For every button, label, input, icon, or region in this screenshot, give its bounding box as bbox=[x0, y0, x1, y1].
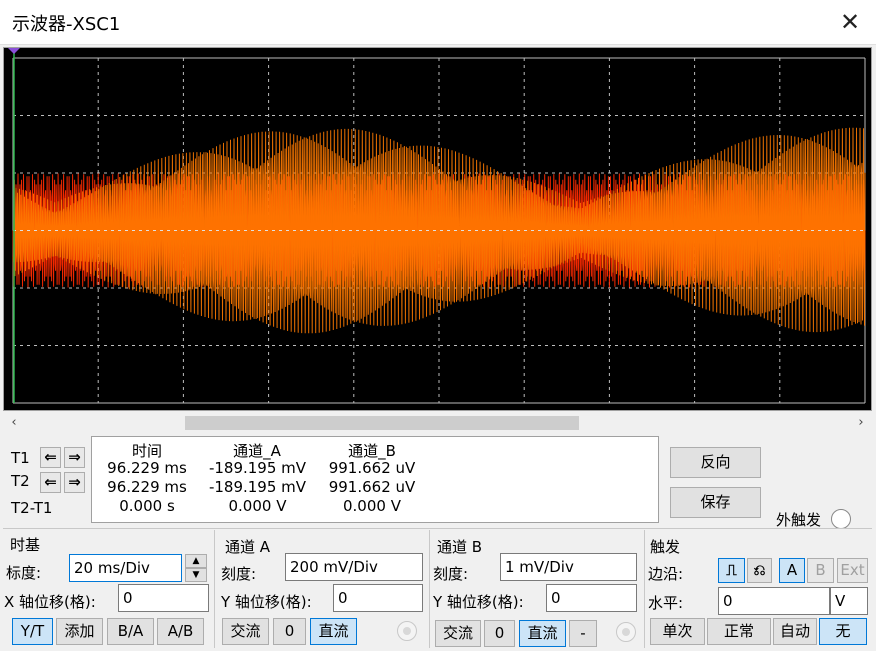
readout-header-time: 时间 bbox=[131, 442, 162, 460]
trigger-level-label: 水平: bbox=[648, 594, 684, 612]
trigger-normal-button[interactable]: 正常 bbox=[707, 618, 771, 645]
channel-b-dc-button[interactable]: 直流 bbox=[519, 620, 566, 647]
divider bbox=[3, 528, 872, 529]
cursor-controls: T1 ⇐ ⇒ T2 ⇐ ⇒ T2-T1 bbox=[3, 435, 89, 523]
t1-right-arrow-icon[interactable]: ⇒ bbox=[64, 447, 85, 468]
mode-yt-button[interactable]: Y/T bbox=[12, 618, 53, 645]
channel-a-scale-field[interactable]: 200 mV/Div bbox=[285, 553, 423, 581]
mode-add-button[interactable]: 添加 bbox=[56, 618, 103, 645]
readout-t2-b: 991.662 uV bbox=[328, 478, 416, 496]
rising-edge-icon[interactable]: ⎍ bbox=[718, 558, 745, 583]
channel-b-ypos-field[interactable]: 0 bbox=[546, 584, 637, 612]
timebase-group: 时基 标度: 20 ms/Div ▲ ▼ X 轴位移(格): 0 Y/T 添加 … bbox=[3, 534, 213, 646]
timebase-scale-field[interactable]: 20 ms/Div bbox=[69, 554, 182, 582]
trigger-level-field[interactable]: 0 bbox=[718, 587, 830, 615]
close-icon[interactable]: ✕ bbox=[838, 8, 862, 36]
title-bar: 示波器-XSC1 ✕ bbox=[0, 0, 876, 45]
channel-a-group: 通道 A 刻度: 200 mV/Div Y 轴位移(格): 0 交流 0 直流 bbox=[216, 534, 428, 646]
t1-label: T1 bbox=[11, 449, 30, 467]
channel-a-radio[interactable] bbox=[397, 621, 417, 641]
channel-b-scale-label: 刻度: bbox=[433, 565, 469, 583]
separator bbox=[644, 530, 645, 648]
channel-b-zero-button[interactable]: 0 bbox=[484, 620, 515, 647]
readout-t1-a: -189.195 mV bbox=[208, 459, 307, 477]
separator bbox=[214, 530, 215, 648]
x-position-label: X 轴位移(格): bbox=[4, 593, 96, 611]
channel-b-radio[interactable] bbox=[616, 622, 636, 642]
timebase-title: 时基 bbox=[10, 536, 41, 554]
readout-diff-a: 0.000 V bbox=[228, 497, 287, 515]
t2-t1-label: T2-T1 bbox=[11, 499, 53, 517]
trigger-auto-button[interactable]: 自动 bbox=[773, 618, 817, 645]
channel-b-ypos-label: Y 轴位移(格): bbox=[433, 593, 524, 611]
t1-left-arrow-icon[interactable]: ⇐ bbox=[40, 447, 61, 468]
channel-b-title: 通道 B bbox=[437, 538, 483, 556]
scroll-left-icon[interactable]: ‹ bbox=[5, 413, 23, 433]
ext-trigger-radio[interactable] bbox=[831, 509, 851, 529]
readout-t1-b: 991.662 uV bbox=[328, 459, 416, 477]
channel-a-ac-button[interactable]: 交流 bbox=[222, 618, 269, 645]
readout-diff-b: 0.000 V bbox=[343, 497, 401, 515]
save-button[interactable]: 保存 bbox=[670, 487, 761, 518]
channel-a-title: 通道 A bbox=[225, 538, 271, 556]
readout-header-b: 通道_B bbox=[348, 442, 396, 460]
trigger-title: 触发 bbox=[650, 538, 681, 556]
x-position-field[interactable]: 0 bbox=[118, 584, 209, 612]
readout-diff-time: 0.000 s bbox=[119, 497, 175, 515]
channel-a-ypos-label: Y 轴位移(格): bbox=[221, 593, 312, 611]
trigger-group: 触发 边沿: ⎍ ⎌ A B Ext 水平: 0 V 单次 正常 自动 无 bbox=[646, 534, 872, 646]
trigger-single-button[interactable]: 单次 bbox=[650, 618, 705, 645]
readout-t1-time: 96.229 ms bbox=[107, 459, 187, 477]
scale-down-icon[interactable]: ▼ bbox=[185, 568, 207, 582]
trigger-source-ext-button[interactable]: Ext bbox=[837, 558, 868, 583]
window-title: 示波器-XSC1 bbox=[12, 14, 121, 35]
t2-label: T2 bbox=[11, 472, 30, 490]
separator bbox=[429, 530, 430, 648]
timebase-scale-label: 标度: bbox=[6, 564, 42, 582]
t2-left-arrow-icon[interactable]: ⇐ bbox=[40, 472, 61, 493]
channel-b-scale-field[interactable]: 1 mV/Div bbox=[500, 553, 637, 581]
waveform-display bbox=[4, 48, 871, 410]
measurement-readout: 时间 通道_A 通道_B 96.229 ms -189.195 mV 991.6… bbox=[91, 436, 659, 523]
channel-a-dc-button[interactable]: 直流 bbox=[310, 618, 357, 645]
readout-t2-a: -189.195 mV bbox=[208, 478, 307, 496]
channel-a-scale-label: 刻度: bbox=[221, 565, 257, 583]
ext-trigger-label: 外触发 bbox=[776, 511, 822, 529]
channel-a-zero-button[interactable]: 0 bbox=[273, 618, 306, 645]
t2-right-arrow-icon[interactable]: ⇒ bbox=[64, 472, 85, 493]
oscilloscope-screen[interactable] bbox=[3, 47, 872, 411]
reverse-button[interactable]: 反向 bbox=[670, 447, 761, 478]
trigger-source-a-button[interactable]: A bbox=[779, 558, 805, 583]
horizontal-scrollbar[interactable]: ‹ › bbox=[3, 413, 872, 433]
mode-ab-button[interactable]: A/B bbox=[157, 618, 204, 645]
trigger-none-button[interactable]: 无 bbox=[819, 618, 867, 645]
channel-b-group: 通道 B 刻度: 1 mV/Div Y 轴位移(格): 0 交流 0 直流 - bbox=[431, 534, 643, 647]
scroll-right-icon[interactable]: › bbox=[852, 413, 870, 433]
trigger-source-b-button[interactable]: B bbox=[807, 558, 834, 583]
falling-edge-icon[interactable]: ⎌ bbox=[747, 558, 772, 583]
channel-a-ypos-field[interactable]: 0 bbox=[333, 584, 423, 612]
trigger-level-unit[interactable]: V bbox=[830, 587, 868, 615]
readout-header-a: 通道_A bbox=[233, 442, 281, 460]
scroll-thumb[interactable] bbox=[185, 416, 579, 430]
channel-b-invert-button[interactable]: - bbox=[569, 620, 597, 647]
channel-b-ac-button[interactable]: 交流 bbox=[435, 620, 481, 647]
scale-up-icon[interactable]: ▲ bbox=[185, 554, 207, 568]
readout-t2-time: 96.229 ms bbox=[107, 478, 187, 496]
mode-ba-button[interactable]: B/A bbox=[107, 618, 154, 645]
trigger-edge-label: 边沿: bbox=[648, 565, 684, 583]
